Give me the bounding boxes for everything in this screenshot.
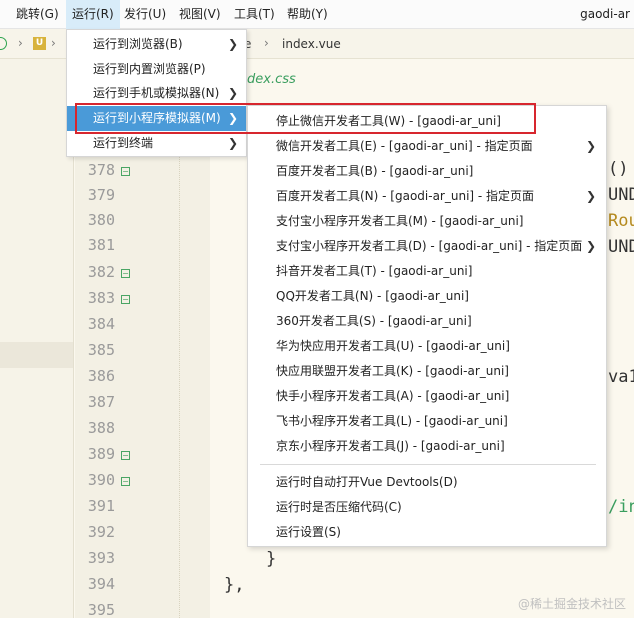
- menu-item-label: 360开发者工具(S) - [gaodi-ar_uni]: [276, 314, 472, 328]
- line-number: 386: [87, 367, 115, 385]
- line-number: 395: [87, 601, 115, 618]
- line-number: 382: [87, 263, 115, 281]
- menu-item-baidu-page[interactable]: 百度开发者工具(N) - [gaodi-ar_uni] - 指定页面 ❯: [248, 184, 606, 209]
- fold-toggle-icon[interactable]: −: [121, 269, 130, 278]
- submenu-arrow-icon: ❯: [227, 37, 238, 51]
- submenu-arrow-icon: ❯: [585, 239, 596, 253]
- highlight-box: [75, 103, 536, 134]
- line-number: 385: [87, 341, 115, 359]
- code-fragment: va1: [608, 367, 634, 387]
- submenu-arrow-icon: ❯: [585, 139, 596, 153]
- menu-item-360[interactable]: 360开发者工具(S) - [gaodi-ar_uni]: [248, 309, 606, 334]
- run-menu: 运行到浏览器(B) ❯ 运行到内置浏览器(P) 运行到手机或模拟器(N) ❯ 运…: [66, 29, 247, 157]
- line-number: 389: [87, 445, 115, 463]
- fold-toggle-icon[interactable]: −: [121, 477, 130, 486]
- miniprogram-submenu: 停止微信开发者工具(W) - [gaodi-ar_uni] 微信开发者工具(E)…: [247, 105, 607, 547]
- line-number: 393: [87, 549, 115, 567]
- menu-item-label: 百度开发者工具(N) - [gaodi-ar_uni] - 指定页面: [276, 189, 535, 203]
- fold-toggle-icon[interactable]: −: [121, 295, 130, 304]
- menu-item-label: 运行到手机或模拟器(N): [93, 86, 220, 100]
- menu-item-run-builtin-browser[interactable]: 运行到内置浏览器(P): [67, 57, 246, 82]
- menu-item-label: 支付宝小程序开发者工具(D) - [gaodi-ar_uni] - 指定页面: [276, 239, 583, 253]
- code-fragment: }: [266, 549, 277, 569]
- line-number: 388: [87, 419, 115, 437]
- chevron-right-icon: ›: [18, 36, 23, 50]
- menu-item-label: 快应用联盟开发者工具(K) - [gaodi-ar_uni]: [276, 364, 509, 378]
- line-number: 378: [87, 161, 115, 179]
- menu-item-label: 运行时自动打开Vue Devtools(D): [276, 475, 458, 489]
- menu-item-quickapp[interactable]: 快应用联盟开发者工具(K) - [gaodi-ar_uni]: [248, 359, 606, 384]
- menu-item-label: 飞书小程序开发者工具(L) - [gaodi-ar_uni]: [276, 414, 508, 428]
- menu-item-huawei[interactable]: 华为快应用开发者工具(U) - [gaodi-ar_uni]: [248, 334, 606, 359]
- submenu-arrow-icon: ❯: [585, 189, 596, 203]
- sidebar-selected-row[interactable]: [0, 342, 73, 368]
- line-number: 384: [87, 315, 115, 333]
- menu-item-qq[interactable]: QQ开发者工具(N) - [gaodi-ar_uni]: [248, 284, 606, 309]
- code-fragment: Rou: [608, 211, 634, 231]
- uni-badge: U: [33, 37, 46, 50]
- menu-item-label: 运行时是否压缩代码(C): [276, 500, 402, 514]
- menu-divider: [260, 464, 596, 465]
- line-number: 381: [87, 236, 115, 254]
- code-fragment: (): [608, 159, 629, 179]
- menu-item-wechat-page[interactable]: 微信开发者工具(E) - [gaodi-ar_uni] - 指定页面 ❯: [248, 134, 606, 159]
- line-number: 394: [87, 575, 115, 593]
- menu-item-label: 运行到内置浏览器(P): [93, 62, 206, 76]
- menu-item-baidu[interactable]: 百度开发者工具(B) - [gaodi-ar_uni]: [248, 159, 606, 184]
- menu-item-label: 抖音开发者工具(T) - [gaodi-ar_uni]: [276, 264, 473, 278]
- menu-goto[interactable]: 跳转(G): [10, 0, 65, 29]
- menu-item-alipay-page[interactable]: 支付宝小程序开发者工具(D) - [gaodi-ar_uni] - 指定页面 ❯: [248, 234, 606, 259]
- menu-tools[interactable]: 工具(T): [228, 0, 281, 29]
- menu-view[interactable]: 视图(V): [173, 0, 227, 29]
- menu-item-label: 华为快应用开发者工具(U) - [gaodi-ar_uni]: [276, 339, 510, 353]
- line-number: 380: [87, 211, 115, 229]
- menu-item-label: 快手小程序开发者工具(A) - [gaodi-ar_uni]: [276, 389, 510, 403]
- line-number: 387: [87, 393, 115, 411]
- chevron-right-icon: ›: [264, 36, 269, 50]
- menu-publish[interactable]: 发行(U): [118, 0, 172, 29]
- code-fragment: UND: [608, 185, 634, 205]
- line-number: 383: [87, 289, 115, 307]
- menu-item-kuaishou[interactable]: 快手小程序开发者工具(A) - [gaodi-ar_uni]: [248, 384, 606, 409]
- menu-item-label: QQ开发者工具(N) - [gaodi-ar_uni]: [276, 289, 469, 303]
- line-number: 379: [87, 186, 115, 204]
- code-fragment: UND: [608, 237, 634, 257]
- chevron-right-icon: ›: [51, 36, 56, 50]
- fold-toggle-icon[interactable]: −: [121, 451, 130, 460]
- menu-item-label: 京东小程序开发者工具(J) - [gaodi-ar_uni]: [276, 439, 505, 453]
- menu-item-label: 运行到终端: [93, 136, 154, 150]
- line-number: 391: [87, 497, 115, 515]
- line-number: 390: [87, 471, 115, 489]
- menu-item-jd[interactable]: 京东小程序开发者工具(J) - [gaodi-ar_uni]: [248, 434, 606, 459]
- fold-toggle-icon[interactable]: −: [121, 167, 130, 176]
- breadcrumb-file[interactable]: index.vue: [282, 37, 341, 51]
- menu-item-label: 支付宝小程序开发者工具(M) - [gaodi-ar_uni]: [276, 214, 524, 228]
- css-reference: dex.css: [247, 72, 296, 87]
- menu-item-vue-devtools[interactable]: 运行时自动打开Vue Devtools(D): [248, 470, 606, 495]
- menu-item-run-terminal[interactable]: 运行到终端 ❯: [67, 131, 246, 156]
- menu-item-run-settings[interactable]: 运行设置(S): [248, 520, 606, 545]
- project-title: gaodi-ar: [580, 7, 630, 21]
- menu-item-label: 百度开发者工具(B) - [gaodi-ar_uni]: [276, 164, 474, 178]
- menu-bar: 跳转(G) 运行(R) 发行(U) 视图(V) 工具(T) 帮助(Y) gaod…: [0, 0, 634, 29]
- code-fragment: },: [224, 575, 245, 595]
- code-fragment: /in: [608, 497, 634, 517]
- project-sidebar: [0, 59, 74, 618]
- menu-item-alipay[interactable]: 支付宝小程序开发者工具(M) - [gaodi-ar_uni]: [248, 209, 606, 234]
- menu-item-label: 运行到浏览器(B): [93, 37, 183, 51]
- watermark: @稀土掘金技术社区: [517, 597, 626, 611]
- submenu-arrow-icon: ❯: [227, 136, 238, 150]
- menu-item-feishu[interactable]: 飞书小程序开发者工具(L) - [gaodi-ar_uni]: [248, 409, 606, 434]
- line-number: 392: [87, 523, 115, 541]
- menu-run[interactable]: 运行(R): [66, 0, 120, 29]
- menu-item-label: 运行设置(S): [276, 525, 341, 539]
- status-circle-icon: [0, 37, 7, 50]
- menu-item-minify[interactable]: 运行时是否压缩代码(C): [248, 495, 606, 520]
- menu-item-run-browser[interactable]: 运行到浏览器(B) ❯: [67, 32, 246, 57]
- menu-help[interactable]: 帮助(Y): [281, 0, 334, 29]
- menu-item-label: 微信开发者工具(E) - [gaodi-ar_uni] - 指定页面: [276, 139, 533, 153]
- menu-item-douyin[interactable]: 抖音开发者工具(T) - [gaodi-ar_uni]: [248, 259, 606, 284]
